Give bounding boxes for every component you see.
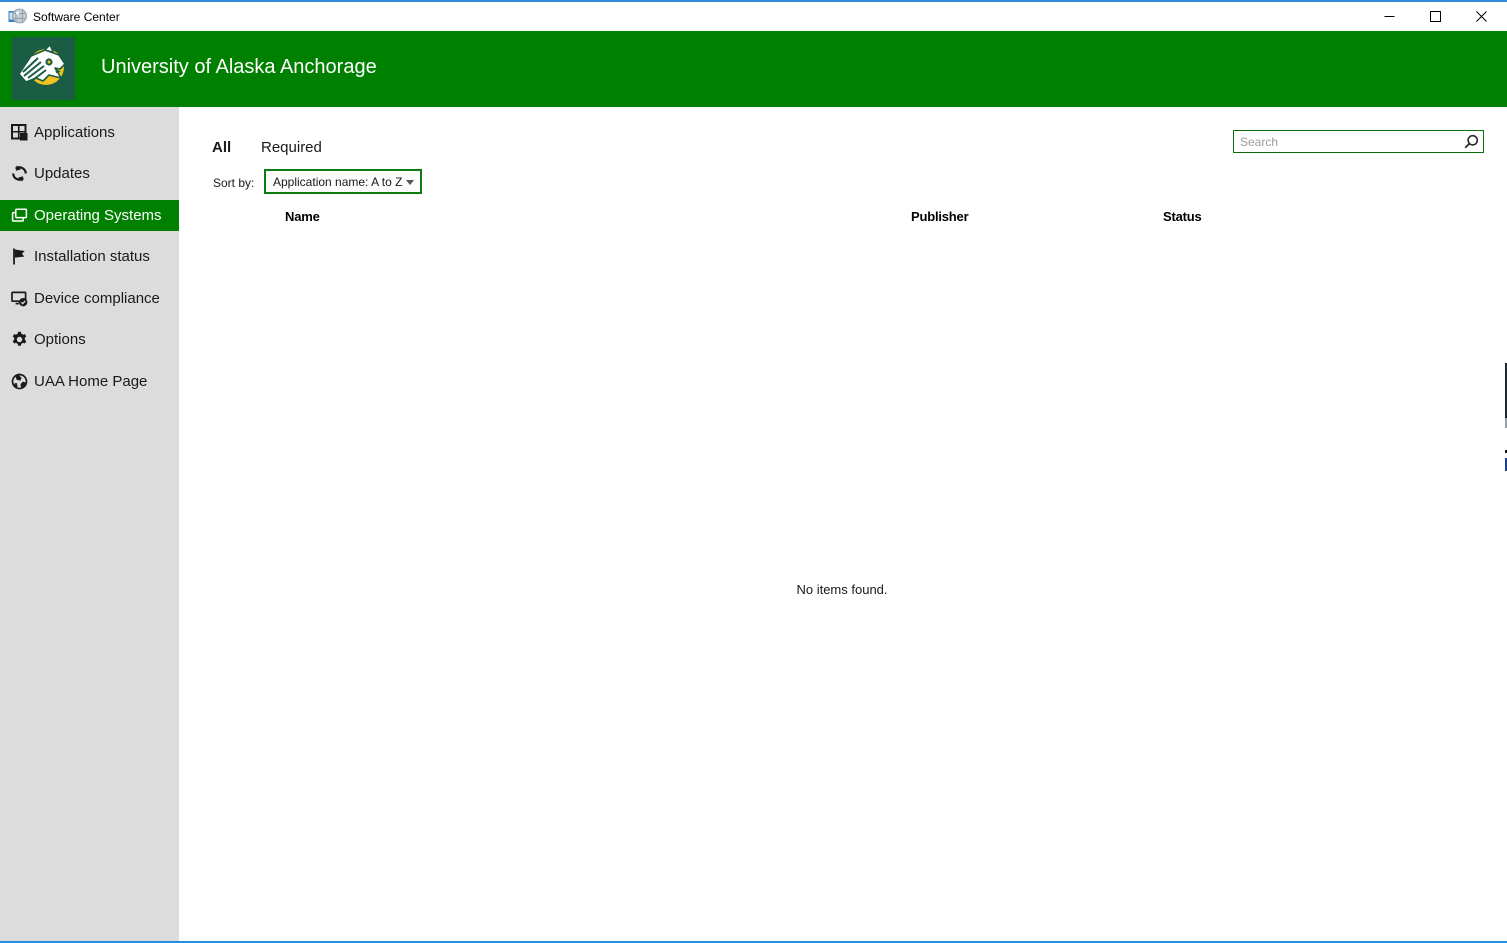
tab-all[interactable]: All [212, 139, 231, 156]
sidebar-item-label: Updates [34, 165, 90, 182]
uaa-seawolf-logo [12, 37, 75, 100]
search-icon[interactable] [1464, 134, 1479, 149]
column-header-name[interactable]: Name [285, 209, 320, 224]
maximize-button[interactable] [1412, 2, 1458, 31]
sidebar-item-options[interactable]: Options [0, 324, 179, 355]
empty-list-message: No items found. [796, 582, 888, 597]
minimize-button[interactable] [1366, 2, 1412, 31]
globe-icon [11, 373, 28, 390]
sort-by-label: Sort by: [213, 176, 255, 190]
window-title: Software Center [33, 10, 120, 24]
minimize-icon [1384, 16, 1394, 17]
options-icon [12, 331, 27, 346]
close-button[interactable] [1458, 2, 1504, 31]
sidebar-item-installation-status[interactable]: Installation status [0, 241, 179, 272]
sidebar-item-updates[interactable]: Updates [0, 158, 179, 189]
sidebar-item-applications[interactable]: Applications [0, 117, 179, 148]
sidebar-nav: Applications Updates Operating Systems I… [0, 107, 179, 941]
updates-icon [12, 165, 27, 182]
main-content: All Required Sort by: Application name: … [179, 107, 1505, 941]
sidebar-item-uaa-home-page[interactable]: UAA Home Page [0, 366, 179, 397]
organization-title: University of Alaska Anchorage [101, 56, 377, 78]
sidebar-item-label: Installation status [34, 248, 150, 265]
column-header-publisher[interactable]: Publisher [911, 209, 969, 224]
sidebar-item-operating-systems[interactable]: Operating Systems [0, 200, 179, 231]
sort-dropdown-value: Application name: A to Z [273, 174, 403, 189]
installation-status-icon [13, 248, 25, 265]
column-header-status[interactable]: Status [1163, 209, 1202, 224]
software-center-window: Software Center University of Alaska Anc… [0, 0, 1507, 943]
device-compliance-icon [11, 291, 28, 307]
software-center-app-icon [8, 8, 27, 24]
title-bar[interactable]: Software Center [0, 2, 1507, 31]
tab-required[interactable]: Required [261, 139, 322, 156]
close-icon [1475, 11, 1487, 22]
sidebar-item-label: Options [34, 331, 86, 348]
chevron-down-icon [406, 180, 414, 185]
sidebar-item-label: Applications [34, 124, 115, 141]
branding-header: University of Alaska Anchorage [0, 31, 1507, 107]
sidebar-item-label: UAA Home Page [34, 373, 148, 390]
sidebar-item-label: Operating Systems [34, 207, 162, 224]
search-input[interactable] [1234, 131, 1462, 152]
sidebar-item-label: Device compliance [34, 290, 160, 307]
search-box [1233, 130, 1484, 153]
maximize-icon [1429, 11, 1441, 22]
operating-systems-icon [11, 208, 28, 222]
applications-icon [11, 124, 28, 141]
sort-dropdown[interactable]: Application name: A to Z [264, 169, 422, 194]
sidebar-item-device-compliance[interactable]: Device compliance [0, 283, 179, 314]
